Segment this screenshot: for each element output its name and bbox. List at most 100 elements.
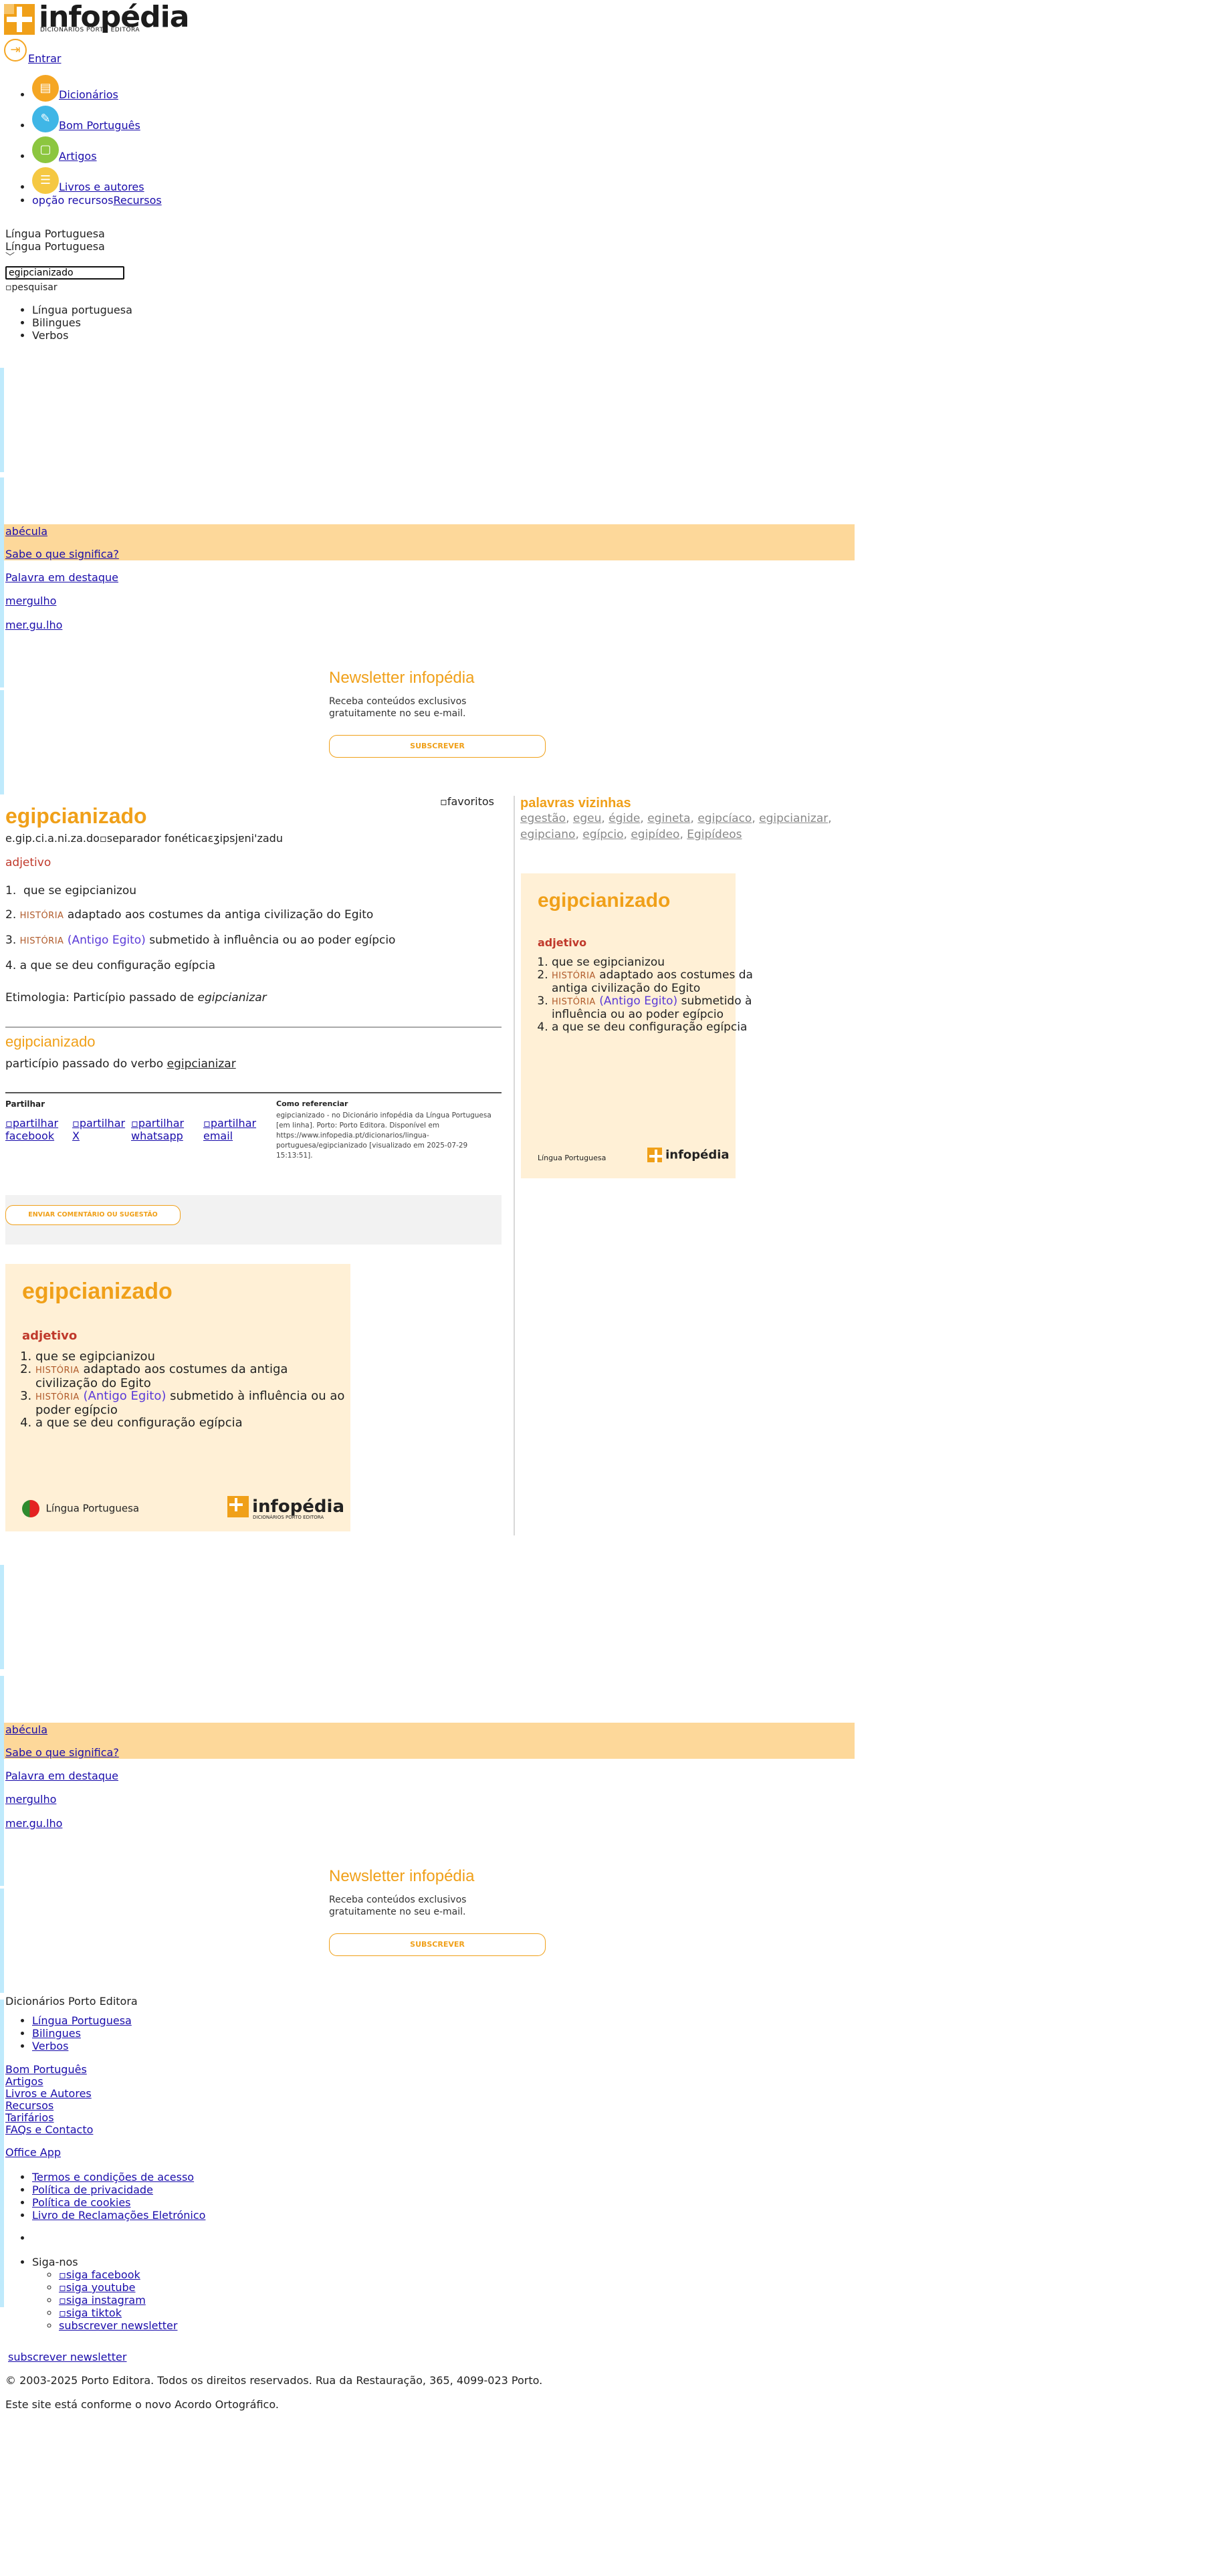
share-email-button[interactable]: ▫partilhar email	[203, 1117, 257, 1142]
nav-link-artigos[interactable]: Artigos	[59, 150, 97, 163]
ad-stripe	[0, 1889, 4, 1993]
footer-link[interactable]: Recursos	[5, 2099, 53, 2112]
neighbor-link[interactable]: egineta	[647, 812, 690, 825]
neighbor-link[interactable]: egipídeo	[631, 828, 679, 841]
footer-link[interactable]: Artigos	[5, 2075, 43, 2088]
neighbor-link[interactable]: egipcianizar	[759, 812, 828, 825]
nav-item-livros[interactable]: ☰Livros e autores	[32, 167, 162, 194]
favorites-button[interactable]: ▫favoritos	[440, 795, 494, 808]
nav-link-bom-portugues[interactable]: Bom Português	[59, 119, 140, 132]
neighbor-link[interactable]: egipcíaco	[697, 812, 752, 825]
subscribe-button[interactable]: SUBSCREVER	[329, 1933, 546, 1956]
footer-link[interactable]: Bom Português	[5, 2063, 87, 2076]
search-button[interactable]: ▫pesquisar	[5, 282, 58, 293]
social-facebook-link[interactable]: ▫siga facebook	[59, 2268, 140, 2281]
ad-stripe	[0, 1676, 4, 1886]
sense-text: que se egipcianizou	[23, 884, 137, 897]
social-newsletter-link[interactable]: subscrever newsletter	[59, 2319, 177, 2332]
highlight-word-link[interactable]: mergulho	[5, 1793, 56, 1806]
tiktok-icon: ▫	[59, 2306, 66, 2319]
column-divider	[514, 796, 515, 1535]
neighbor-link[interactable]: égide	[609, 812, 640, 825]
footer-dictionary-item: Bilingues	[32, 2027, 132, 2040]
side-card-sense-item: que se egipcianizou	[552, 956, 756, 969]
card-pos: adjetivo	[22, 1329, 78, 1343]
feedback-button[interactable]: ENVIAR COMENTÁRIO OU SUGESTÃO	[5, 1205, 181, 1225]
featured-word-link[interactable]: abécula	[5, 525, 47, 538]
footer-link[interactable]: FAQs e Contacto	[5, 2123, 93, 2136]
scope-option[interactable]: Língua portuguesa	[32, 304, 132, 316]
highlight-syllables-link[interactable]: mer.gu.lho	[5, 619, 62, 631]
legal-link[interactable]: Termos e condições de acesso	[32, 2171, 194, 2183]
share-x-button[interactable]: ▫partilhar X	[72, 1117, 125, 1142]
nav-item-recursos[interactable]: opção recursosRecursos	[32, 194, 162, 207]
footer-stripe	[0, 2000, 4, 2307]
neighbor-link[interactable]: egípcio	[582, 828, 623, 841]
neighbors-list: egestão, egeu, égide, egineta, egipcíaco…	[520, 812, 832, 841]
search-scope-options: Língua portuguesa Bilingues Verbos	[5, 304, 132, 342]
card-sense-list: que se egipcianizou HISTÓRIA adaptado ao…	[0, 1350, 350, 1429]
subscribe-button[interactable]: SUBSCREVER	[329, 735, 546, 758]
featured-band	[4, 524, 855, 560]
quiz-link[interactable]: Sabe o que significa?	[5, 1746, 119, 1759]
scope-option[interactable]: Verbos	[32, 329, 132, 342]
side-card-language: Língua Portuguesa	[538, 1154, 607, 1162]
chevron-down-icon[interactable]: ﹀	[5, 253, 105, 262]
search-input[interactable]	[5, 266, 124, 280]
nav-item-dicionarios[interactable]: ▤Dicionários	[32, 75, 162, 102]
side-card-sense-list: que se egipcianizou HISTÓRIA adaptado ao…	[520, 956, 756, 1034]
dictionary-selector[interactable]: Língua Portuguesa Língua Portuguesa ﹀	[5, 227, 105, 262]
entry-secondary-headword: egipcianizado	[5, 1033, 96, 1050]
x-icon: ▫	[72, 1117, 80, 1130]
entry-secondary-definition: particípio passado do verbo egipcianizar	[5, 1057, 236, 1071]
dictionary-label: Língua Portuguesa	[5, 240, 105, 253]
nav-link-recursos[interactable]: opção recursosRecursos	[32, 194, 162, 207]
legal-links: Termos e condições de acesso Política de…	[5, 2171, 205, 2222]
ad-stripe	[0, 477, 4, 687]
social-tiktok-link[interactable]: ▫siga tiktok	[59, 2306, 122, 2319]
newsletter-title: Newsletter infopédia	[329, 669, 475, 687]
login-link[interactable]: Entrar	[28, 52, 61, 65]
legal-link[interactable]: Livro de Reclamações Eletrónico	[32, 2209, 205, 2222]
login-icon[interactable]: ⇥	[4, 39, 27, 62]
dictionary-current[interactable]: Língua Portuguesa	[5, 227, 105, 240]
neighbor-link[interactable]: egestão	[520, 812, 566, 825]
neighbor-link[interactable]: egeu	[573, 812, 601, 825]
newsletter-footer-link[interactable]: subscrever newsletter	[8, 2351, 126, 2363]
whatsapp-icon: ▫	[131, 1117, 138, 1130]
nav-item-bom-portugues[interactable]: ✎Bom Português	[32, 106, 162, 132]
footer-link[interactable]: Tarifários	[5, 2111, 54, 2124]
office-app-link[interactable]: Office App	[5, 2146, 61, 2159]
sense-item: 2. HISTÓRIA adaptado aos costumes da ant…	[5, 908, 374, 922]
social-youtube-link[interactable]: ▫siga youtube	[59, 2281, 135, 2294]
logo-icon	[647, 1148, 663, 1163]
nav-item-artigos[interactable]: ▢Artigos	[32, 136, 162, 163]
share-facebook-button[interactable]: ▫partilhar facebook	[5, 1117, 66, 1142]
quiz-link[interactable]: Sabe o que significa?	[5, 548, 119, 560]
ad-stripe	[0, 690, 4, 794]
featured-word-link[interactable]: abécula	[5, 1723, 47, 1736]
scope-option[interactable]: Bilingues	[32, 316, 132, 329]
highlight-syllables-link[interactable]: mer.gu.lho	[5, 1817, 62, 1830]
social-instagram-link[interactable]: ▫siga instagram	[59, 2294, 146, 2306]
sense-item: 3. HISTÓRIA (Antigo Egito) submetido à i…	[5, 934, 396, 947]
entry-pronunciation: e.gip.ci.a.ni.za.do▫separador fonéticaɛʒ…	[5, 832, 283, 845]
sense-text: submetido à influência ou ao poder egípc…	[149, 934, 396, 947]
logo-icon[interactable]	[4, 4, 35, 35]
neighbor-link[interactable]: egipciano	[520, 828, 575, 841]
word-highlight-link[interactable]: Palavra em destaque	[5, 1769, 118, 1782]
footer-link[interactable]: Livros e Autores	[5, 2087, 92, 2100]
legal-link[interactable]: Política de privacidade	[32, 2183, 153, 2196]
verb-link[interactable]: egipcianizar	[167, 1057, 236, 1071]
legal-link[interactable]: Política de cookies	[32, 2196, 131, 2209]
neighbor-link[interactable]: Egipídeos	[687, 828, 742, 841]
newsletter-text: Receba conteúdos exclusivos gratuitament…	[329, 696, 467, 719]
highlight-word-link[interactable]: mergulho	[5, 595, 56, 607]
word-highlight-link[interactable]: Palavra em destaque	[5, 571, 118, 584]
share-title: Partilhar	[5, 1099, 45, 1109]
nav-link-dicionarios[interactable]: Dicionários	[59, 88, 118, 101]
empty-list-item	[32, 2232, 35, 2244]
share-whatsapp-button[interactable]: ▫partilhar whatsapp	[131, 1117, 195, 1142]
nav-link-livros[interactable]: Livros e autores	[59, 181, 144, 193]
side-card-sense-item: HISTÓRIA adaptado aos costumes da antiga…	[552, 969, 756, 995]
